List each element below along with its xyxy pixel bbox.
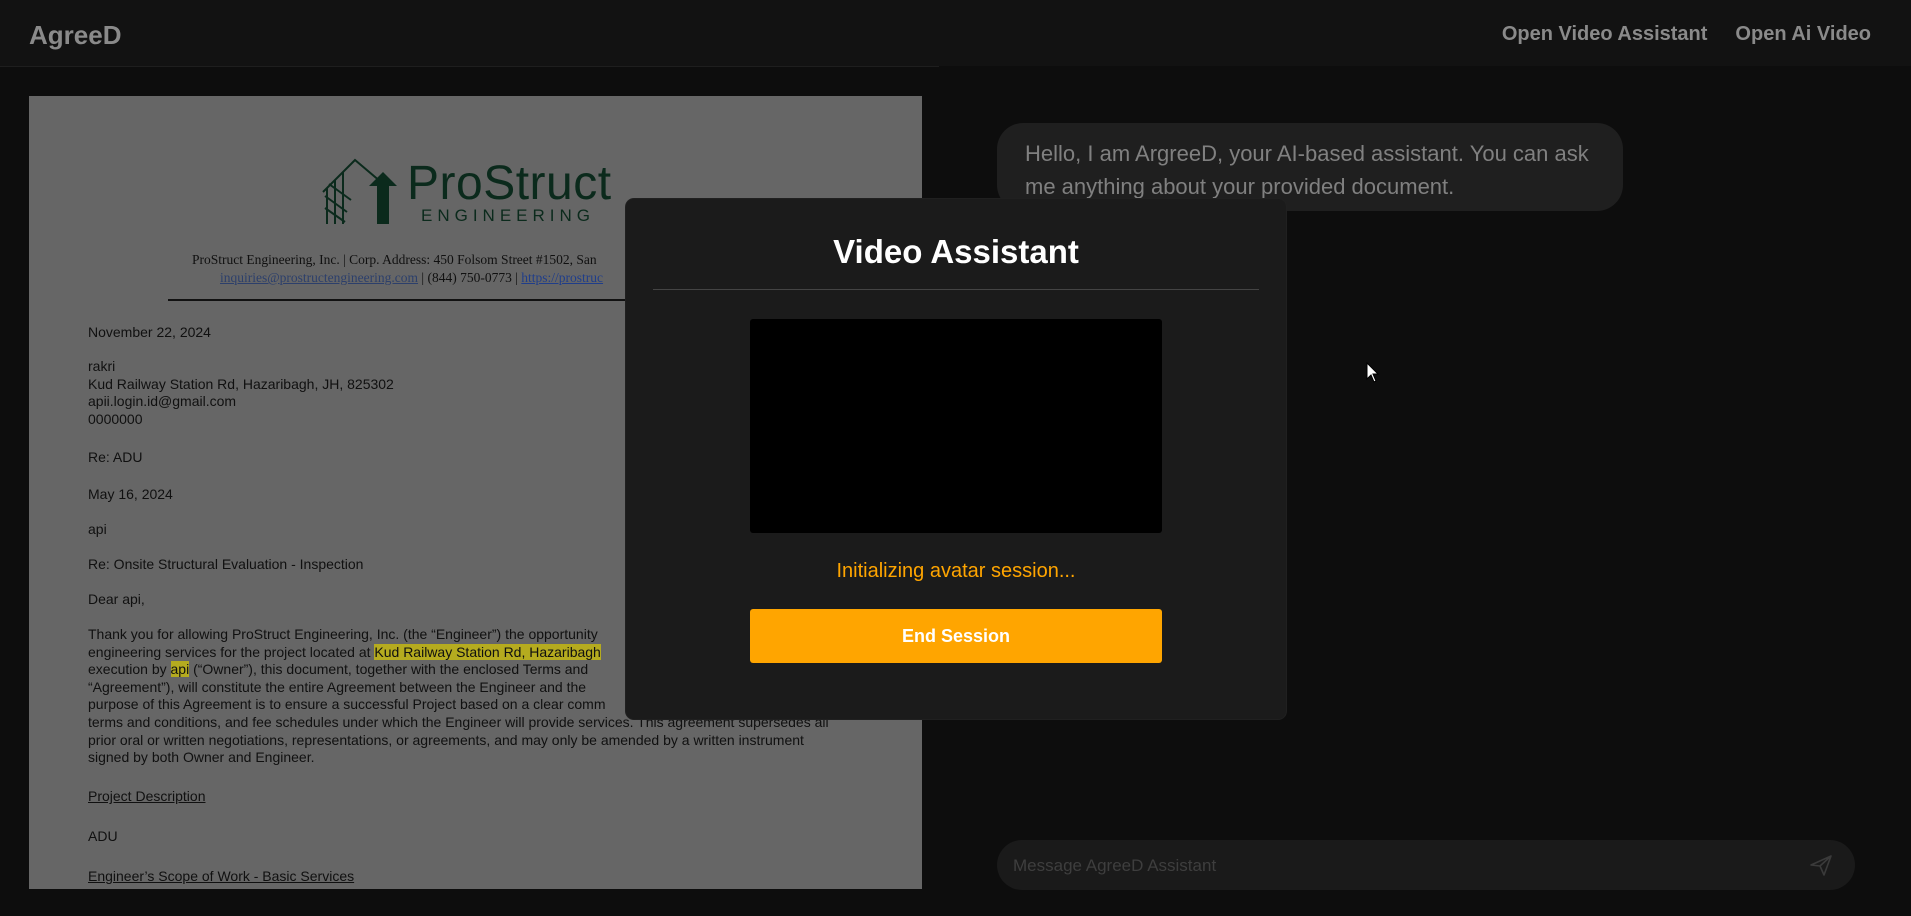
- avatar-video: [750, 319, 1162, 533]
- session-status: Initializing avatar session...: [836, 560, 1076, 582]
- recipient-name: rakri: [88, 358, 116, 374]
- company-logo: ProStruct ENGINEERING: [317, 152, 667, 230]
- video-assistant-modal: Video Assistant Initializing avatar sess…: [626, 199, 1286, 719]
- message-composer: [997, 840, 1855, 892]
- corp-address: ProStruct Engineering, Inc. | Corp. Addr…: [192, 252, 597, 267]
- body-line: prior oral or written negotiations, repr…: [88, 731, 804, 748]
- end-session-button[interactable]: End Session: [750, 609, 1162, 663]
- top-nav: Open Video Assistant Open Ai Video: [1502, 23, 1871, 46]
- salutation: Dear api,: [88, 591, 145, 607]
- modal-title: Video Assistant: [833, 233, 1079, 270]
- highlight: api: [170, 661, 190, 678]
- letter-date: November 22, 2024: [88, 324, 211, 340]
- highlight: Kud Railway Station Rd, Hazaribagh: [374, 643, 601, 660]
- mouse-cursor-icon: [1366, 362, 1380, 383]
- re-line-2: Re: Onsite Structural Evaluation - Inspe…: [88, 556, 364, 572]
- send-icon[interactable]: [1809, 853, 1833, 877]
- section-heading-project: Project Description: [88, 788, 206, 804]
- body-line: signed by both Owner and Engineer.: [88, 749, 315, 766]
- section-heading-scope: Engineer’s Scope of Work - Basic Service…: [88, 868, 355, 884]
- open-ai-video-link[interactable]: Open Ai Video: [1735, 23, 1871, 46]
- re-line-1: Re: ADU: [88, 449, 143, 465]
- recipient-address: Kud Railway Station Rd, Hazaribagh, JH, …: [88, 376, 394, 392]
- open-video-assistant-link[interactable]: Open Video Assistant: [1502, 23, 1708, 46]
- house-logo-icon: [322, 158, 397, 224]
- recipient-phone: 0000000: [88, 411, 143, 427]
- brand-logo[interactable]: AgreeD: [29, 20, 121, 51]
- email-link[interactable]: inquiries@prostructengineering.com: [220, 270, 418, 285]
- message-input[interactable]: [1011, 840, 1785, 892]
- project-name: ADU: [88, 828, 118, 844]
- website-link[interactable]: https://prostruc: [521, 270, 603, 285]
- contact-line: inquiries@prostructengineering.com | (84…: [220, 270, 603, 286]
- phone-text: | (844) 750-0773 |: [418, 270, 522, 285]
- assistant-message: Hello, I am ArgreeD, your AI-based assis…: [997, 123, 1623, 211]
- second-date: May 16, 2024: [88, 486, 173, 502]
- logo-subtitle: ENGINEERING: [421, 206, 596, 225]
- recipient-email: apii.login.id@gmail.com: [88, 393, 237, 409]
- logo-wordmark: ProStruct: [407, 157, 612, 210]
- modal-divider: [653, 289, 1259, 290]
- owner-name: api: [88, 521, 107, 537]
- top-bar: AgreeD Open Video Assistant Open Ai Vide…: [0, 0, 1911, 67]
